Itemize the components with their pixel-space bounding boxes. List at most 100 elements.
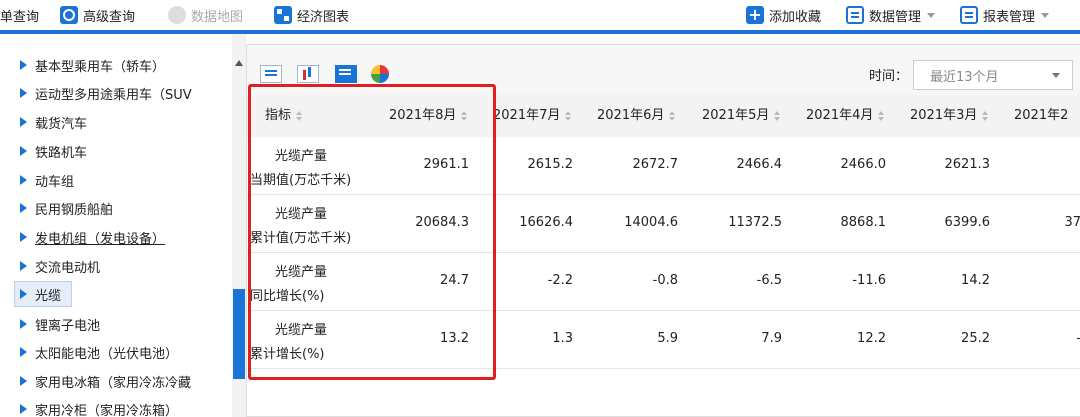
expand-arrow-icon — [20, 347, 27, 357]
column-header[interactable]: 2021年5月 — [702, 95, 781, 137]
simple-query-label: 单查询 — [0, 9, 40, 25]
tree-item-label: 交流电动机 — [35, 260, 101, 276]
expand-arrow-icon — [20, 376, 27, 386]
data-map-label: 数据地图 — [191, 9, 244, 25]
data-map-link[interactable]: 数据地图 — [168, 4, 243, 26]
tree-item[interactable]: 运动型多用途乘用车（SUV — [20, 82, 192, 104]
bar-chart-icon[interactable] — [297, 65, 319, 83]
expand-arrow-icon — [20, 203, 27, 213]
tree-item-label: 光缆 — [35, 288, 62, 304]
tree-item[interactable]: 民用钢质船舶 — [20, 197, 113, 219]
table-cell: -2.2 — [547, 273, 573, 288]
table-cell: 12.2 — [857, 331, 886, 346]
tree-item[interactable]: 家用冷柜（家用冷冻箱） — [20, 398, 178, 417]
tree-item[interactable]: 动车组 — [20, 169, 74, 191]
tree-item-label: 发电机组（发电设备） — [35, 231, 166, 247]
pie-chart-icon[interactable] — [371, 65, 389, 83]
time-label: 时间： — [869, 69, 909, 84]
list-icon — [846, 6, 864, 24]
column-header-label: 2021年6月 — [597, 108, 665, 123]
table-cell: 2672.7 — [632, 157, 679, 172]
table-cell: 6399.6 — [944, 215, 991, 230]
tree-item[interactable]: 发电机组（发电设备） — [20, 226, 165, 248]
column-header-label: 2021年2 — [1014, 108, 1069, 123]
tree-item-label: 铁路机车 — [35, 145, 88, 161]
sort-icon — [774, 110, 781, 121]
tree-item-label: 太阳能电池（光伏电池） — [35, 346, 179, 362]
table-cell: 2466.4 — [736, 157, 783, 172]
add-favorite-button[interactable]: + 添加收藏 — [746, 4, 821, 26]
time-range-value: 最近13个月 — [930, 69, 999, 85]
table-cell: 2621.3 — [944, 157, 991, 172]
tree-item[interactable]: 载货汽车 — [20, 111, 87, 133]
plus-icon: + — [746, 6, 764, 24]
table-cell: 14004.6 — [624, 215, 678, 230]
expand-arrow-icon — [20, 88, 27, 98]
column-header-label: 2021年7月 — [493, 108, 561, 123]
economic-charts-link[interactable]: 经济图表 — [274, 4, 349, 26]
tree-item[interactable]: 锂离子电池 — [20, 313, 100, 335]
table-icon — [960, 6, 978, 24]
table-cell: 5.9 — [657, 331, 678, 346]
chevron-down-icon — [1052, 73, 1060, 78]
report-manage-menu[interactable]: 报表管理 — [960, 4, 1050, 26]
table-cell: - — [1076, 331, 1080, 346]
table-cell: 37 — [1064, 215, 1080, 230]
expand-arrow-icon — [20, 261, 27, 271]
table-cell: 2615.2 — [527, 157, 574, 172]
expand-arrow-icon — [20, 146, 27, 156]
sidebar-scrollbar[interactable] — [232, 34, 246, 417]
tree-item-label: 动车组 — [35, 174, 75, 190]
tree-item-label: 锂离子电池 — [35, 318, 101, 334]
economic-charts-label: 经济图表 — [297, 9, 350, 25]
tree-item-label: 运动型多用途乘用车（SUV — [35, 87, 192, 103]
chevron-down-icon — [1041, 12, 1050, 18]
expand-arrow-icon — [20, 175, 27, 185]
expand-arrow-icon — [20, 117, 27, 127]
indicator-tree: 基本型乘用车（轿车） 运动型多用途乘用车（SUV 载货汽车 铁路机车 动车组 民… — [0, 34, 232, 417]
tree-item[interactable]: 太阳能电池（光伏电池） — [20, 341, 178, 363]
sort-icon — [565, 110, 572, 121]
table-cell: -11.6 — [852, 273, 886, 288]
column-header-label: 2021年4月 — [806, 108, 874, 123]
scrollbar-thumb[interactable] — [233, 289, 245, 379]
column-header[interactable]: 2021年3月 — [910, 95, 989, 137]
add-favorite-label: 添加收藏 — [769, 9, 822, 25]
tree-item-selected[interactable]: 光缆 — [14, 281, 73, 307]
table-cell: 7.9 — [761, 331, 782, 346]
search-icon — [60, 6, 78, 24]
scroll-up-icon[interactable] — [235, 60, 243, 66]
advanced-query-link[interactable]: 高级查询 — [60, 4, 135, 26]
table-view-icon[interactable] — [260, 65, 282, 83]
time-range-select[interactable]: 最近13个月 — [913, 60, 1073, 90]
table-cell: -6.5 — [756, 273, 782, 288]
expand-arrow-icon — [20, 289, 27, 299]
top-toolbar: 单查询 高级查询 数据地图 经济图表 + 添加收藏 数据管理 报表管理 — [0, 0, 1080, 30]
column-header-label: 2021年5月 — [702, 108, 770, 123]
report-manage-label: 报表管理 — [983, 9, 1036, 25]
tree-item[interactable]: 基本型乘用车（轿车） — [20, 54, 165, 76]
tree-item-label: 基本型乘用车（轿车） — [35, 59, 166, 75]
table-cell: -0.8 — [652, 273, 678, 288]
tree-item-label: 民用钢质船舶 — [35, 202, 114, 218]
expand-arrow-icon — [20, 404, 27, 414]
tree-item-label: 载货汽车 — [35, 116, 88, 132]
expand-arrow-icon — [20, 232, 27, 242]
table-cell: 25.2 — [961, 331, 990, 346]
chevron-down-icon — [927, 12, 936, 18]
column-header[interactable]: 2021年7月 — [493, 95, 572, 137]
tree-item[interactable]: 家用电冰箱（家用冷冻冷藏 — [20, 370, 191, 392]
table-cell: 11372.5 — [728, 215, 782, 230]
highlight-box — [248, 84, 496, 380]
table-cell: 8868.1 — [840, 215, 887, 230]
data-manage-menu[interactable]: 数据管理 — [846, 4, 936, 26]
tree-item-label: 家用冷柜（家用冷冻箱） — [35, 403, 179, 417]
column-header[interactable]: 2021年4月 — [806, 95, 885, 137]
horizontal-bar-icon[interactable] — [335, 65, 357, 83]
simple-query-link[interactable]: 单查询 — [0, 4, 39, 26]
column-header[interactable]: 2021年6月 — [597, 95, 676, 137]
tree-item[interactable]: 铁路机车 — [20, 140, 87, 162]
tree-item[interactable]: 交流电动机 — [20, 255, 100, 277]
column-header[interactable]: 2021年2 — [1014, 95, 1068, 137]
advanced-query-label: 高级查询 — [83, 9, 136, 25]
